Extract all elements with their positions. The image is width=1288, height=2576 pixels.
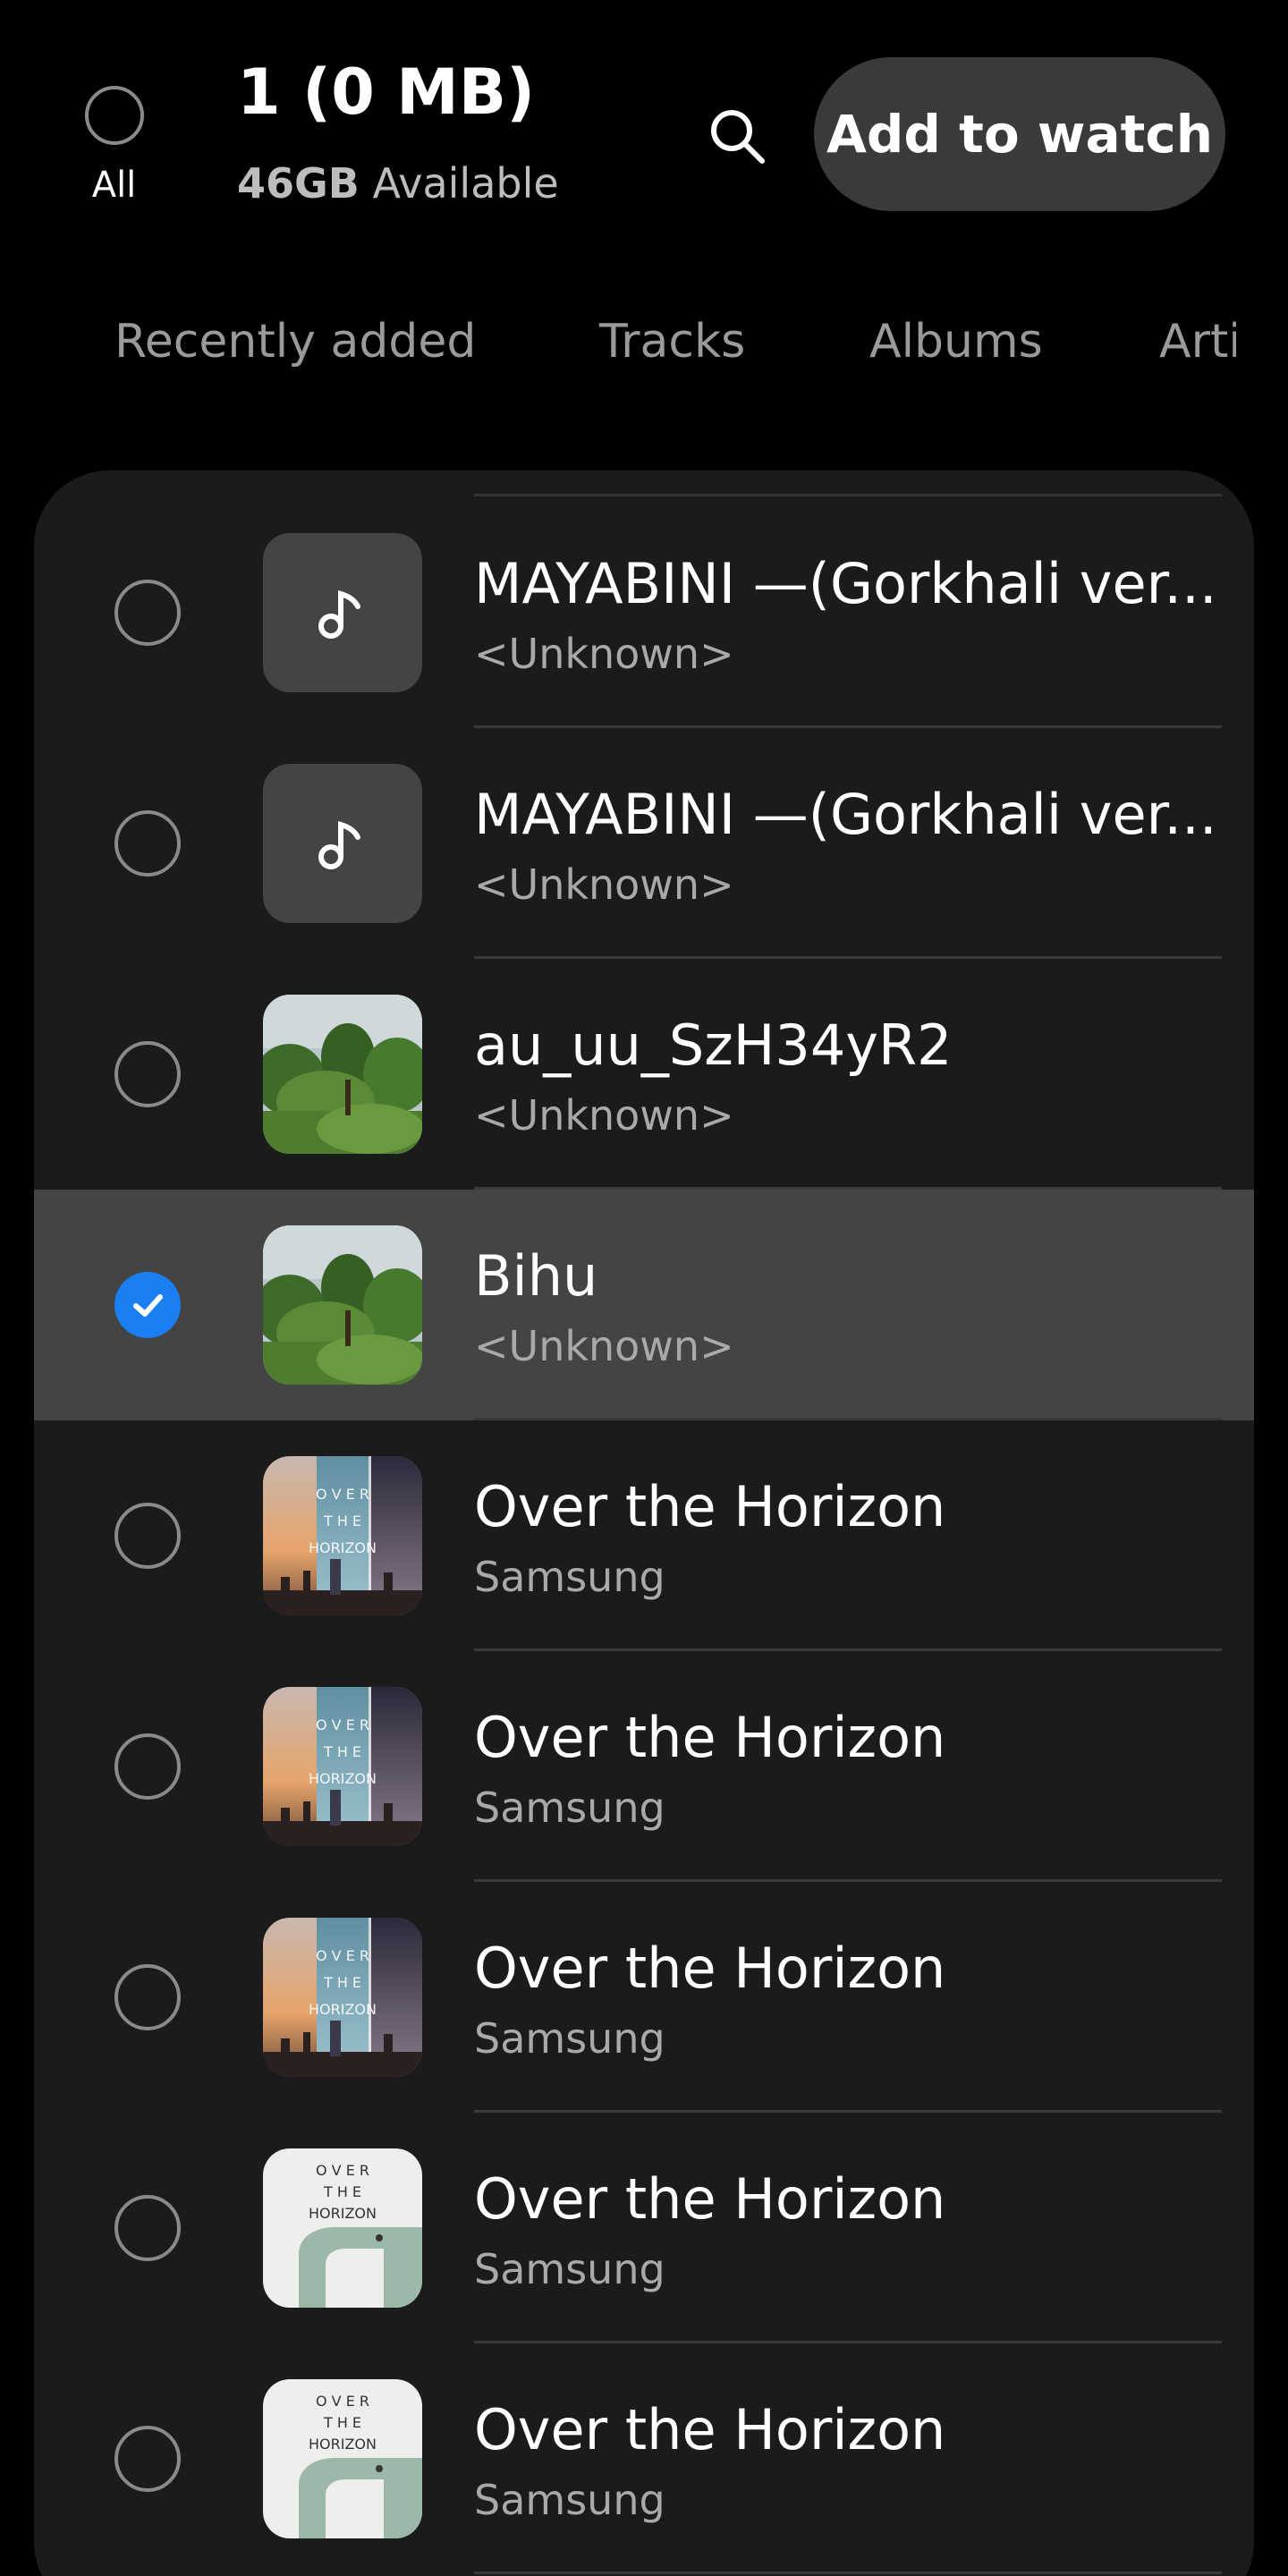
track-checkbox[interactable]: [114, 1041, 181, 1107]
category-tabs: Recently added Tracks Albums Arti: [0, 295, 1236, 385]
horizon-city-art: O V E R T H E HORIZON: [263, 1456, 422, 1615]
track-title: MAYABINI —(Gorkhali ver...: [474, 551, 1217, 616]
track-artist: Samsung: [474, 1784, 665, 1832]
track-artist: <Unknown>: [474, 1091, 734, 1140]
track-checkbox[interactable]: [114, 1503, 181, 1569]
track-artist: Samsung: [474, 2245, 665, 2293]
horizon-city-art: O V E R T H E HORIZON: [263, 1918, 422, 2077]
track-checkbox[interactable]: [114, 2195, 181, 2261]
track-title: Over the Horizon: [474, 1474, 946, 1539]
storage-label: Available: [372, 159, 559, 208]
list-divider: [474, 494, 1222, 496]
svg-text:O V E R: O V E R: [316, 2162, 369, 2179]
svg-text:T H E: T H E: [323, 1743, 361, 1760]
track-row[interactable]: O V E R T H E HORIZON Over the Horizon Sa…: [34, 2343, 1254, 2574]
track-checkbox[interactable]: [114, 1964, 181, 2030]
track-artist: <Unknown>: [474, 630, 734, 678]
svg-text:O V E R: O V E R: [316, 1716, 369, 1733]
select-all-label: All: [91, 165, 137, 206]
track-checkbox-checked[interactable]: [114, 1272, 181, 1338]
horizon-city-art: O V E R T H E HORIZON: [263, 1687, 422, 1846]
svg-text:HORIZON: HORIZON: [309, 1539, 377, 1556]
storage-available: 46GB Available: [237, 159, 559, 208]
svg-text:O V E R: O V E R: [316, 1947, 369, 1964]
album-art: O V E R T H E HORIZON: [263, 1918, 422, 2077]
track-artist: Samsung: [474, 2476, 665, 2524]
track-row[interactable]: MAYABINI —(Gorkhali ver... <Unknown>: [34, 497, 1254, 728]
svg-text:T H E: T H E: [323, 1513, 361, 1530]
music-note-icon: [318, 821, 360, 869]
track-artist: Samsung: [474, 1553, 665, 1601]
music-note-icon: [318, 590, 360, 639]
svg-text:T H E: T H E: [323, 1974, 361, 1991]
tab-artists[interactable]: Arti: [1159, 315, 1236, 369]
tab-recently-added[interactable]: Recently added: [114, 315, 476, 369]
selection-count: 1 (0 MB): [237, 55, 536, 129]
album-art: [263, 764, 422, 923]
track-row[interactable]: MAYABINI —(Gorkhali ver... <Unknown>: [34, 728, 1254, 959]
track-checkbox[interactable]: [114, 2426, 181, 2492]
checkmark-icon: [133, 1294, 163, 1317]
horizon-light-art: O V E R T H E HORIZON: [263, 2379, 422, 2538]
horizon-light-art: O V E R T H E HORIZON: [263, 2148, 422, 2308]
track-row[interactable]: O V E R T H E HORIZON Over the Horizon Sa…: [34, 1420, 1254, 1651]
track-list: MAYABINI —(Gorkhali ver... <Unknown> MAYA…: [34, 470, 1254, 2576]
track-checkbox[interactable]: [114, 810, 181, 877]
track-row[interactable]: Bihu <Unknown>: [34, 1190, 1254, 1420]
svg-text:HORIZON: HORIZON: [309, 2205, 377, 2222]
track-title: MAYABINI —(Gorkhali ver...: [474, 782, 1217, 847]
select-all-toggle[interactable]: All: [80, 86, 148, 206]
track-row[interactable]: O V E R T H E HORIZON Over the Horizon Sa…: [34, 1651, 1254, 1882]
search-icon: [711, 110, 765, 164]
track-title: Over the Horizon: [474, 2397, 946, 2462]
track-title: Over the Horizon: [474, 1705, 946, 1770]
svg-text:HORIZON: HORIZON: [309, 2001, 377, 2018]
track-title: Over the Horizon: [474, 2166, 946, 2232]
forest-photo: [263, 1225, 422, 1385]
track-title: Bihu: [474, 1243, 598, 1309]
track-row[interactable]: O V E R T H E HORIZON Over the Horizon Sa…: [34, 1882, 1254, 2113]
search-button[interactable]: [699, 98, 775, 174]
track-title: au_uu_SzH34yR2: [474, 1013, 953, 1078]
music-picker-screen: All 1 (0 MB) 46GB Available Add to watch…: [0, 0, 1288, 2576]
svg-text:T H E: T H E: [323, 2414, 361, 2431]
select-all-radio[interactable]: [84, 86, 144, 145]
album-art: O V E R T H E HORIZON: [263, 1687, 422, 1846]
track-checkbox[interactable]: [114, 1733, 181, 1800]
storage-amount: 46GB: [237, 159, 360, 208]
album-art: [263, 533, 422, 692]
album-art: [263, 995, 422, 1154]
svg-text:T H E: T H E: [323, 2183, 361, 2200]
forest-photo: [263, 995, 422, 1154]
row-divider: [474, 2572, 1222, 2574]
svg-text:O V E R: O V E R: [316, 1486, 369, 1503]
svg-text:HORIZON: HORIZON: [309, 2436, 377, 2453]
tab-tracks[interactable]: Tracks: [599, 315, 745, 369]
album-art: O V E R T H E HORIZON: [263, 2148, 422, 2308]
track-artist: <Unknown>: [474, 860, 734, 909]
track-checkbox[interactable]: [114, 580, 181, 646]
svg-text:HORIZON: HORIZON: [309, 1770, 377, 1787]
add-to-watch-button[interactable]: Add to watch: [814, 57, 1225, 211]
tab-albums[interactable]: Albums: [869, 315, 1043, 369]
album-art: O V E R T H E HORIZON: [263, 2379, 422, 2538]
track-title: Over the Horizon: [474, 1936, 946, 2001]
album-art: O V E R T H E HORIZON: [263, 1456, 422, 1615]
track-artist: <Unknown>: [474, 1322, 734, 1370]
album-art: [263, 1225, 422, 1385]
track-artist: Samsung: [474, 2014, 665, 2063]
selection-header: All 1 (0 MB) 46GB Available Add to watch: [0, 0, 1288, 250]
track-row[interactable]: au_uu_SzH34yR2 <Unknown>: [34, 959, 1254, 1190]
track-row[interactable]: O V E R T H E HORIZON Over the Horizon Sa…: [34, 2113, 1254, 2343]
svg-text:O V E R: O V E R: [316, 2393, 369, 2410]
